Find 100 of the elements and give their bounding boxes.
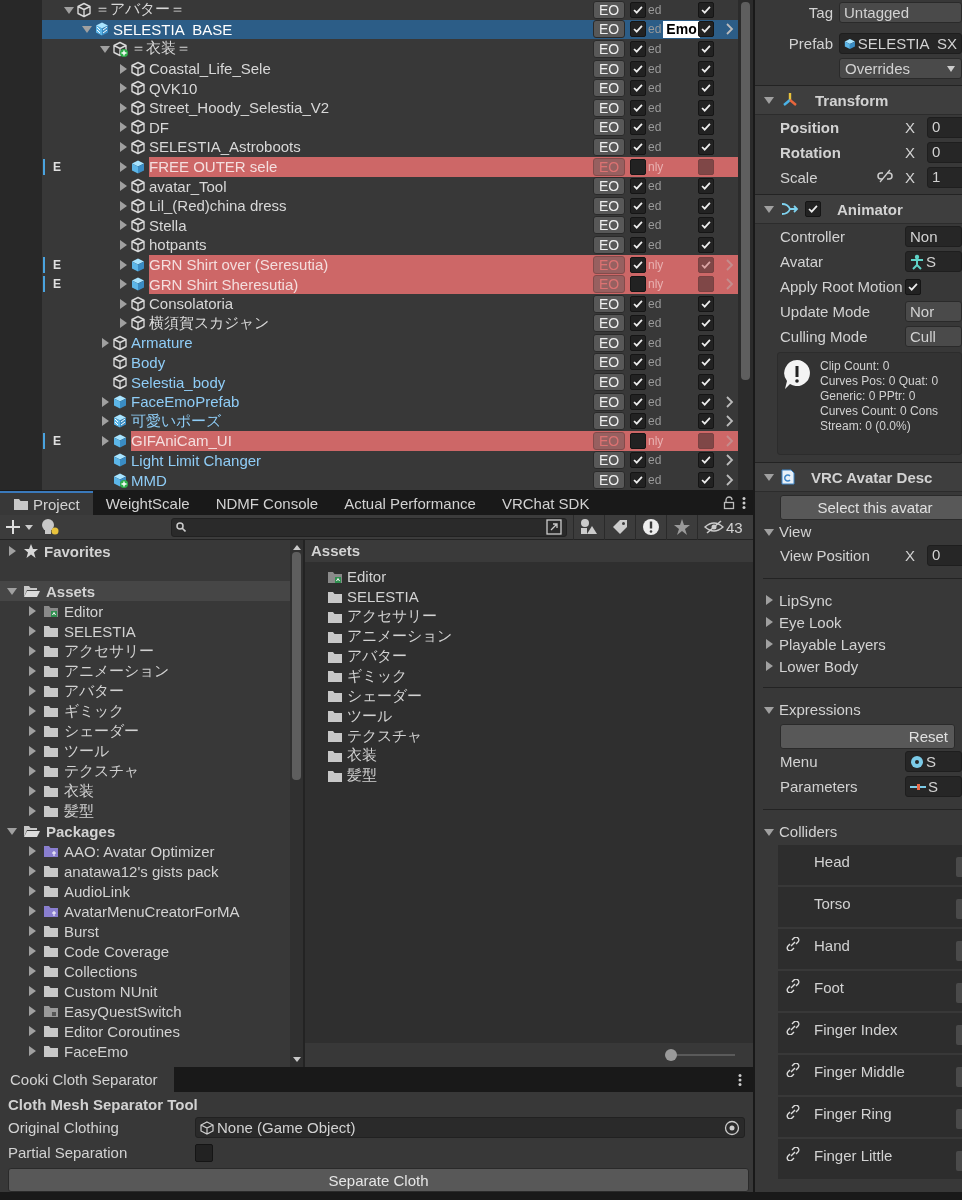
folder-row[interactable]: アバター bbox=[0, 681, 290, 701]
component-header[interactable]: Animator bbox=[755, 194, 962, 224]
foldout-label[interactable]: LipSync bbox=[779, 591, 833, 609]
caret-right-icon[interactable] bbox=[117, 317, 129, 330]
caret-right-icon[interactable] bbox=[99, 336, 111, 349]
checkbox[interactable] bbox=[698, 236, 714, 253]
hierarchy-row[interactable]: Consolatoria EO ed bbox=[0, 293, 738, 314]
checkbox[interactable] bbox=[630, 432, 646, 449]
checkbox[interactable] bbox=[698, 452, 714, 469]
caret-right-icon[interactable] bbox=[117, 219, 129, 232]
eo-button[interactable]: EO bbox=[593, 471, 625, 490]
checkbox[interactable] bbox=[630, 315, 646, 332]
hierarchy-row[interactable]: Selestia_body EO ed bbox=[0, 372, 738, 392]
folder-row[interactable]: アニメーション bbox=[0, 661, 290, 681]
caret-right-icon[interactable] bbox=[26, 765, 38, 777]
caret-right-icon[interactable] bbox=[26, 665, 38, 677]
eo-button[interactable]: EO bbox=[593, 196, 625, 215]
folder-row[interactable]: AvatarMenuCreatorForMA bbox=[0, 901, 290, 921]
folder-label[interactable]: アクセサリー bbox=[347, 607, 437, 627]
hierarchy-row[interactable]: FaceEmoPrefab EO ed bbox=[0, 391, 738, 412]
eo-button[interactable]: EO bbox=[593, 216, 625, 235]
foldout-label[interactable]: View bbox=[779, 523, 812, 540]
action-button[interactable]: Select this avatar bbox=[780, 495, 962, 520]
checkbox[interactable] bbox=[630, 472, 646, 489]
hierarchy-row[interactable]: E FREE OUTER sele EO nly bbox=[0, 156, 738, 177]
folder-row[interactable]: Code Coverage bbox=[0, 941, 290, 961]
caret-right-icon[interactable] bbox=[117, 82, 129, 95]
foldout-label[interactable]: Colliders bbox=[779, 823, 838, 840]
caret-down-icon[interactable] bbox=[6, 825, 18, 837]
checkbox[interactable] bbox=[630, 354, 646, 371]
checkbox[interactable] bbox=[698, 138, 714, 155]
checkbox[interactable] bbox=[805, 201, 821, 217]
caret-right-icon[interactable] bbox=[117, 180, 129, 193]
caret-right-icon[interactable] bbox=[6, 545, 18, 557]
caret-right-icon[interactable] bbox=[26, 985, 38, 997]
checkbox[interactable] bbox=[630, 1, 646, 18]
caret-right-icon[interactable] bbox=[26, 725, 38, 737]
hierarchy-row[interactable]: Lil_(Red)china dress EO ed bbox=[0, 195, 738, 216]
caret-right-icon[interactable] bbox=[99, 395, 111, 408]
checkbox[interactable] bbox=[195, 1143, 213, 1162]
hierarchy-row[interactable]: E GRN Shirt Sheresutia) EO nly bbox=[0, 274, 738, 294]
shapes-icon[interactable] bbox=[580, 518, 598, 536]
checkbox[interactable] bbox=[630, 158, 646, 175]
folder-label[interactable]: 衣装 bbox=[347, 746, 377, 766]
checkbox[interactable] bbox=[630, 21, 646, 38]
search-field[interactable] bbox=[171, 517, 567, 537]
checkbox[interactable] bbox=[630, 413, 646, 430]
chevron-right-icon[interactable] bbox=[724, 453, 734, 468]
dropdown-field[interactable] bbox=[956, 1151, 962, 1171]
hierarchy-row[interactable]: QVK10 EO ed bbox=[0, 78, 738, 98]
chevron-right-icon[interactable] bbox=[724, 473, 734, 488]
caret-right-icon[interactable] bbox=[117, 160, 129, 173]
hierarchy-row[interactable]: SELESTIA_Astroboots EO ed bbox=[0, 137, 738, 157]
caret-right-icon[interactable] bbox=[26, 705, 38, 717]
checkbox[interactable] bbox=[698, 354, 714, 371]
caret-right-icon[interactable] bbox=[763, 660, 775, 672]
hierarchy-row[interactable]: 横須賀スカジャン EO ed bbox=[0, 313, 738, 334]
object-field[interactable]: SELESTIA SX bbox=[839, 33, 962, 54]
dropdown-field[interactable] bbox=[956, 857, 962, 877]
checkbox[interactable] bbox=[698, 1, 714, 18]
hierarchy-row[interactable]: 可愛いポーズ EO ed bbox=[0, 411, 738, 432]
checkbox[interactable] bbox=[698, 374, 714, 391]
folder-label[interactable]: シェーダー bbox=[347, 686, 422, 706]
caret-down-icon[interactable] bbox=[99, 43, 111, 55]
checkbox[interactable] bbox=[630, 197, 646, 214]
checkbox[interactable] bbox=[630, 99, 646, 116]
eo-button[interactable]: EO bbox=[593, 412, 625, 431]
caret-right-icon[interactable] bbox=[117, 140, 129, 153]
caret-right-icon[interactable] bbox=[26, 745, 38, 757]
eo-button[interactable]: EO bbox=[593, 118, 625, 137]
eo-button[interactable]: EO bbox=[593, 392, 625, 411]
folder-row[interactable]: Packages bbox=[0, 821, 290, 841]
caret-right-icon[interactable] bbox=[117, 297, 129, 310]
checkbox[interactable] bbox=[630, 295, 646, 312]
caret-down-icon[interactable] bbox=[763, 94, 775, 106]
checkbox[interactable] bbox=[630, 138, 646, 155]
hierarchy-row[interactable]: ＝衣装＝ EO ed bbox=[0, 39, 738, 59]
dropdown-field[interactable] bbox=[956, 899, 962, 919]
eo-button[interactable]: EO bbox=[593, 294, 625, 313]
caret-right-icon[interactable] bbox=[763, 638, 775, 650]
checkbox[interactable] bbox=[630, 80, 646, 97]
caret-down-icon[interactable] bbox=[763, 203, 775, 215]
checkbox[interactable] bbox=[630, 119, 646, 136]
dropdown-field[interactable]: Untagged bbox=[839, 2, 962, 23]
checkbox[interactable] bbox=[698, 334, 714, 351]
caret-right-icon[interactable] bbox=[26, 805, 38, 817]
eo-button[interactable]: EO bbox=[593, 353, 625, 372]
hierarchy-row[interactable]: Body EO ed bbox=[0, 352, 738, 373]
warning-icon[interactable] bbox=[642, 518, 660, 536]
caret-right-icon[interactable] bbox=[26, 965, 38, 977]
folder-row[interactable]: Favorites bbox=[0, 541, 290, 561]
checkbox[interactable] bbox=[698, 178, 714, 195]
eo-button[interactable]: EO bbox=[593, 177, 625, 196]
chevron-right-icon[interactable] bbox=[724, 394, 734, 409]
hierarchy-row[interactable]: Street_Hoody_Selestia_V2 EO ed bbox=[0, 97, 738, 118]
number-field[interactable]: 0 bbox=[927, 142, 962, 163]
caret-right-icon[interactable] bbox=[26, 1025, 38, 1037]
folder-row[interactable]: Collections bbox=[0, 961, 290, 981]
folder-row[interactable]: anatawa12's gists pack bbox=[0, 861, 290, 881]
checkbox[interactable] bbox=[698, 295, 714, 312]
